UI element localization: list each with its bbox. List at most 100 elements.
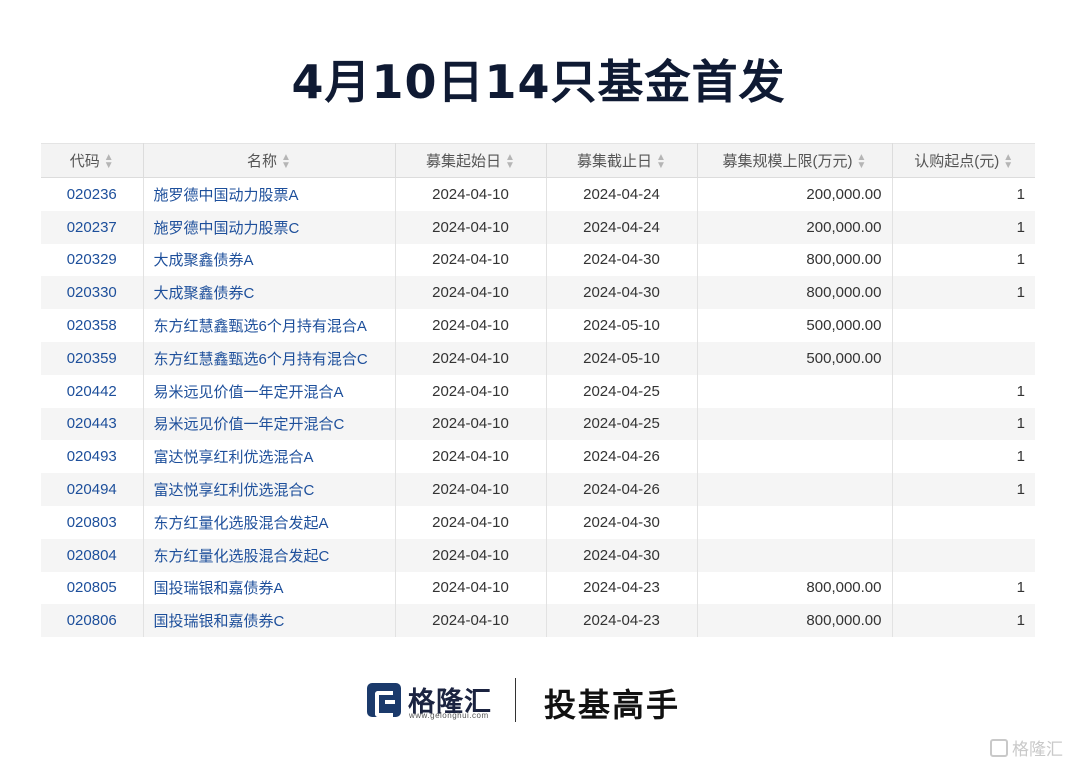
scale-limit-cell: 200,000.00 — [697, 210, 893, 244]
column-header-min-subscription[interactable]: 认购起点(元) ▲ ▼ — [892, 143, 1035, 178]
end-date-cell: 2024-04-23 — [546, 604, 698, 638]
column-header-scale-limit[interactable]: 募集规模上限(万元) ▲ ▼ — [697, 143, 893, 178]
fund-code-link[interactable]: 020358 — [41, 309, 144, 342]
table-row[interactable]: 020494 富达悦享红利优选混合C 2024-04-10 2024-04-26 1 — [41, 473, 1035, 506]
table-body: 020236 施罗德中国动力股票A 2024-04-10 2024-04-24 200,… — [41, 177, 1035, 638]
start-date-cell: 2024-04-10 — [395, 276, 547, 310]
column-header-start-date[interactable]: 募集起始日 ▲ ▼ — [395, 143, 547, 178]
table-row[interactable]: 020804 东方红量化选股混合发起C 2024-04-10 2024-04-30 — [41, 538, 1035, 572]
table-row[interactable]: 020358 东方红慧鑫甄选6个月持有混合A 2024-04-10 2024-05-1… — [41, 309, 1035, 342]
table-row[interactable]: 020442 易米远见价值一年定开混合A 2024-04-10 2024-04-25 1 — [41, 374, 1035, 408]
fund-code-link[interactable]: 020494 — [41, 473, 144, 506]
fund-name-link[interactable]: 东方红量化选股混合发起C — [143, 538, 396, 572]
fund-code-link[interactable]: 020805 — [41, 571, 144, 605]
fund-name-link[interactable]: 大成聚鑫债券C — [143, 276, 396, 310]
table-row[interactable]: 020806 国投瑞银和嘉债券C 2024-04-10 2024-04-23 800,0… — [41, 604, 1035, 638]
fund-name-link[interactable]: 东方红慧鑫甄选6个月持有混合C — [143, 341, 396, 375]
fund-code-link[interactable]: 020493 — [41, 440, 144, 474]
table-row[interactable]: 020330 大成聚鑫债券C 2024-04-10 2024-04-30 800,000… — [41, 276, 1035, 310]
start-date-cell: 2024-04-10 — [395, 374, 547, 408]
scale-limit-cell — [697, 473, 893, 506]
end-date-cell: 2024-05-10 — [546, 309, 698, 342]
watermark-logo-icon — [990, 739, 1008, 757]
column-header-code[interactable]: 代码 ▲ ▼ — [41, 143, 144, 178]
end-date-cell: 2024-04-30 — [546, 505, 698, 539]
fund-name-link[interactable]: 施罗德中国动力股票A — [143, 177, 396, 211]
table-row[interactable]: 020236 施罗德中国动力股票A 2024-04-10 2024-04-24 200,… — [41, 177, 1035, 211]
watermark: 格隆汇 — [990, 735, 1063, 760]
start-date-cell: 2024-04-10 — [395, 210, 547, 244]
start-date-cell: 2024-04-10 — [395, 177, 547, 211]
fund-code-link[interactable]: 020359 — [41, 341, 144, 375]
fund-name-link[interactable]: 东方红慧鑫甄选6个月持有混合A — [143, 309, 396, 342]
table-row[interactable]: 020359 东方红慧鑫甄选6个月持有混合C 2024-04-10 2024-05-1… — [41, 341, 1035, 375]
table-row[interactable]: 020805 国投瑞银和嘉债券A 2024-04-10 2024-04-23 800,0… — [41, 571, 1035, 605]
scale-limit-cell — [697, 440, 893, 474]
fund-name-link[interactable]: 东方红量化选股混合发起A — [143, 505, 396, 539]
fund-name-link[interactable]: 国投瑞银和嘉债券A — [143, 571, 396, 605]
end-date-cell: 2024-04-23 — [546, 571, 698, 605]
min-subscription-cell: 1 — [892, 571, 1035, 605]
fund-name-link[interactable]: 易米远见价值一年定开混合A — [143, 374, 396, 408]
min-subscription-cell: 1 — [892, 473, 1035, 506]
fund-name-link[interactable]: 富达悦享红利优选混合A — [143, 440, 396, 474]
column-header-end-date[interactable]: 募集截止日 ▲ ▼ — [546, 143, 698, 178]
end-date-cell: 2024-04-24 — [546, 210, 698, 244]
scale-limit-cell: 500,000.00 — [697, 341, 893, 375]
min-subscription-cell — [892, 505, 1035, 539]
scale-limit-cell: 500,000.00 — [697, 309, 893, 342]
start-date-cell: 2024-04-10 — [395, 243, 547, 277]
min-subscription-cell: 1 — [892, 243, 1035, 277]
end-date-cell: 2024-05-10 — [546, 341, 698, 375]
sort-icon: ▲ ▼ — [103, 152, 114, 172]
start-date-cell: 2024-04-10 — [395, 309, 547, 342]
table-row[interactable]: 020493 富达悦享红利优选混合A 2024-04-10 2024-04-26 1 — [41, 440, 1035, 474]
sort-icon: ▲ ▼ — [656, 152, 666, 172]
min-subscription-cell: 1 — [892, 604, 1035, 638]
fund-code-link[interactable]: 020803 — [41, 505, 144, 539]
fund-name-link[interactable]: 易米远见价值一年定开混合C — [143, 407, 396, 441]
fund-code-link[interactable]: 020237 — [41, 210, 144, 244]
fund-code-link[interactable]: 020330 — [41, 276, 144, 310]
start-date-cell: 2024-04-10 — [395, 571, 547, 605]
start-date-cell: 2024-04-10 — [395, 538, 547, 572]
fund-code-link[interactable]: 020236 — [41, 177, 144, 211]
fund-name-link[interactable]: 大成聚鑫债券A — [143, 243, 396, 277]
min-subscription-cell: 1 — [892, 374, 1035, 408]
fund-code-link[interactable]: 020443 — [41, 407, 144, 441]
end-date-cell: 2024-04-26 — [546, 440, 698, 474]
min-subscription-cell: 1 — [892, 440, 1035, 474]
watermark-text: 格隆汇 — [1012, 740, 1063, 760]
column-header-name[interactable]: 名称 ▲ ▼ — [143, 143, 396, 178]
fund-code-link[interactable]: 020329 — [41, 243, 144, 277]
fund-name-link[interactable]: 施罗德中国动力股票C — [143, 210, 396, 244]
min-subscription-cell — [892, 309, 1035, 342]
min-subscription-cell: 1 — [892, 210, 1035, 244]
end-date-cell: 2024-04-30 — [546, 276, 698, 310]
scale-limit-cell: 800,000.00 — [697, 276, 893, 310]
fund-code-link[interactable]: 020806 — [41, 604, 144, 638]
start-date-cell: 2024-04-10 — [395, 473, 547, 506]
sort-icon: ▲ ▼ — [281, 152, 291, 172]
fund-name-link[interactable]: 富达悦享红利优选混合C — [143, 473, 396, 506]
table-header-row: 代码 ▲ ▼ 名称 ▲ ▼ 募集起始日 ▲ ▼ 募集截止日 ▲ ▼ 募集规模上限(万元) ▲ ▼ 认… — [41, 143, 1035, 178]
table-row[interactable]: 020443 易米远见价值一年定开混合C 2024-04-10 2024-04-25 1 — [41, 407, 1035, 441]
fund-code-link[interactable]: 020804 — [41, 538, 144, 572]
scale-limit-cell: 800,000.00 — [697, 604, 893, 638]
scale-limit-cell — [697, 407, 893, 441]
end-date-cell: 2024-04-25 — [546, 407, 698, 441]
min-subscription-cell: 1 — [892, 407, 1035, 441]
min-subscription-cell: 1 — [892, 177, 1035, 211]
table-row[interactable]: 020329 大成聚鑫债券A 2024-04-10 2024-04-30 800,000… — [41, 243, 1035, 277]
end-date-cell: 2024-04-30 — [546, 538, 698, 572]
end-date-cell: 2024-04-30 — [546, 243, 698, 277]
table-row[interactable]: 020803 东方红量化选股混合发起A 2024-04-10 2024-04-30 — [41, 505, 1035, 539]
fund-name-link[interactable]: 国投瑞银和嘉债券C — [143, 604, 396, 638]
fund-code-link[interactable]: 020442 — [41, 374, 144, 408]
page-title: 4月10日14只基金首发 — [291, 55, 786, 109]
start-date-cell: 2024-04-10 — [395, 440, 547, 474]
table-row[interactable]: 020237 施罗德中国动力股票C 2024-04-10 2024-04-24 200,… — [41, 210, 1035, 244]
start-date-cell: 2024-04-10 — [395, 604, 547, 638]
scale-limit-cell: 800,000.00 — [697, 243, 893, 277]
scale-limit-cell: 800,000.00 — [697, 571, 893, 605]
